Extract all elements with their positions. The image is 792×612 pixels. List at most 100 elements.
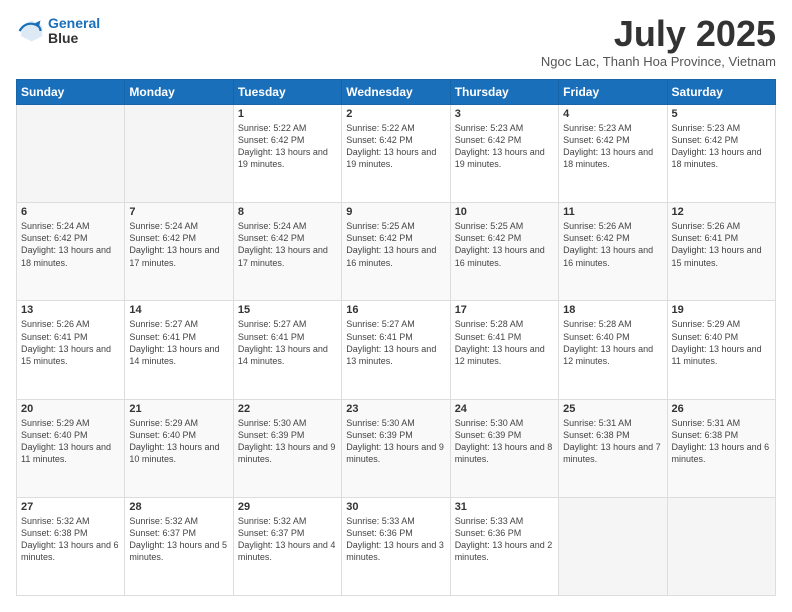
- calendar-header-row: SundayMondayTuesdayWednesdayThursdayFrid…: [17, 80, 776, 105]
- calendar-cell: 7 Sunrise: 5:24 AM Sunset: 6:42 PM Daylig…: [125, 203, 233, 301]
- cell-info: Sunrise: 5:29 AM Sunset: 6:40 PM Dayligh…: [129, 417, 228, 466]
- logo-line2: Blue: [48, 31, 100, 46]
- cell-info: Sunrise: 5:24 AM Sunset: 6:42 PM Dayligh…: [21, 220, 120, 269]
- cell-info: Sunrise: 5:26 AM Sunset: 6:41 PM Dayligh…: [21, 318, 120, 367]
- cell-info: Sunrise: 5:28 AM Sunset: 6:40 PM Dayligh…: [563, 318, 662, 367]
- day-number: 2: [346, 108, 445, 120]
- calendar-cell: 12 Sunrise: 5:26 AM Sunset: 6:41 PM Dayli…: [667, 203, 775, 301]
- day-number: 15: [238, 304, 337, 316]
- calendar-cell: 1 Sunrise: 5:22 AM Sunset: 6:42 PM Daylig…: [233, 105, 341, 203]
- day-header-monday: Monday: [125, 80, 233, 105]
- day-header-saturday: Saturday: [667, 80, 775, 105]
- cell-info: Sunrise: 5:32 AM Sunset: 6:37 PM Dayligh…: [238, 515, 337, 564]
- logo-line1: General: [48, 15, 100, 31]
- calendar-cell: 8Sunrise: 5:24 AM Sunset: 6:42 PM Daylig…: [233, 203, 341, 301]
- calendar-cell: 24 Sunrise: 5:30 AM Sunset: 6:39 PM Dayli…: [450, 399, 558, 497]
- day-number: 13: [21, 304, 120, 316]
- cell-info: Sunrise: 5:24 AM Sunset: 6:42 PM Dayligh…: [238, 220, 337, 269]
- calendar-week-row: 1 Sunrise: 5:22 AM Sunset: 6:42 PM Daylig…: [17, 105, 776, 203]
- month-year: July 2025: [541, 16, 776, 52]
- calendar-week-row: 13 Sunrise: 5:26 AM Sunset: 6:41 PM Dayli…: [17, 301, 776, 399]
- calendar-table: SundayMondayTuesdayWednesdayThursdayFrid…: [16, 79, 776, 596]
- logo-icon: [16, 17, 44, 45]
- day-number: 30: [346, 501, 445, 513]
- calendar-cell: 21 Sunrise: 5:29 AM Sunset: 6:40 PM Dayli…: [125, 399, 233, 497]
- day-number: 25: [563, 403, 662, 415]
- day-number: 26: [672, 403, 771, 415]
- calendar-cell: 16 Sunrise: 5:27 AM Sunset: 6:41 PM Dayli…: [342, 301, 450, 399]
- day-number: 1: [238, 108, 337, 120]
- day-number: 18: [563, 304, 662, 316]
- day-number: 5: [672, 108, 771, 120]
- day-number: 19: [672, 304, 771, 316]
- cell-info: Sunrise: 5:22 AM Sunset: 6:42 PM Dayligh…: [238, 122, 337, 171]
- calendar-cell: 10Sunrise: 5:25 AM Sunset: 6:42 PM Dayli…: [450, 203, 558, 301]
- calendar-cell: 3 Sunrise: 5:23 AM Sunset: 6:42 PM Daylig…: [450, 105, 558, 203]
- day-number: 27: [21, 501, 120, 513]
- calendar-cell: 29 Sunrise: 5:32 AM Sunset: 6:37 PM Dayli…: [233, 497, 341, 595]
- calendar-week-row: 6 Sunrise: 5:24 AM Sunset: 6:42 PM Daylig…: [17, 203, 776, 301]
- calendar-cell: 17 Sunrise: 5:28 AM Sunset: 6:41 PM Dayli…: [450, 301, 558, 399]
- calendar-cell: 28Sunrise: 5:32 AM Sunset: 6:37 PM Dayli…: [125, 497, 233, 595]
- cell-info: Sunrise: 5:22 AM Sunset: 6:42 PM Dayligh…: [346, 122, 445, 171]
- calendar-cell: 27Sunrise: 5:32 AM Sunset: 6:38 PM Dayli…: [17, 497, 125, 595]
- cell-info: Sunrise: 5:23 AM Sunset: 6:42 PM Dayligh…: [672, 122, 771, 171]
- day-number: 21: [129, 403, 228, 415]
- calendar-cell: [17, 105, 125, 203]
- day-number: 28: [129, 501, 228, 513]
- cell-info: Sunrise: 5:25 AM Sunset: 6:42 PM Dayligh…: [346, 220, 445, 269]
- day-number: 16: [346, 304, 445, 316]
- cell-info: Sunrise: 5:24 AM Sunset: 6:42 PM Dayligh…: [129, 220, 228, 269]
- calendar-cell: 4 Sunrise: 5:23 AM Sunset: 6:42 PM Daylig…: [559, 105, 667, 203]
- cell-info: Sunrise: 5:33 AM Sunset: 6:36 PM Dayligh…: [455, 515, 554, 564]
- logo-text: General Blue: [48, 16, 100, 47]
- cell-info: Sunrise: 5:25 AM Sunset: 6:42 PM Dayligh…: [455, 220, 554, 269]
- cell-info: Sunrise: 5:31 AM Sunset: 6:38 PM Dayligh…: [672, 417, 771, 466]
- day-number: 6: [21, 206, 120, 218]
- day-header-tuesday: Tuesday: [233, 80, 341, 105]
- day-number: 23: [346, 403, 445, 415]
- day-number: 4: [563, 108, 662, 120]
- calendar-cell: 14Sunrise: 5:27 AM Sunset: 6:41 PM Dayli…: [125, 301, 233, 399]
- day-number: 29: [238, 501, 337, 513]
- cell-info: Sunrise: 5:30 AM Sunset: 6:39 PM Dayligh…: [455, 417, 554, 466]
- cell-info: Sunrise: 5:27 AM Sunset: 6:41 PM Dayligh…: [346, 318, 445, 367]
- cell-info: Sunrise: 5:29 AM Sunset: 6:40 PM Dayligh…: [21, 417, 120, 466]
- day-number: 17: [455, 304, 554, 316]
- cell-info: Sunrise: 5:29 AM Sunset: 6:40 PM Dayligh…: [672, 318, 771, 367]
- day-number: 7: [129, 206, 228, 218]
- day-number: 11: [563, 206, 662, 218]
- cell-info: Sunrise: 5:31 AM Sunset: 6:38 PM Dayligh…: [563, 417, 662, 466]
- calendar-week-row: 27Sunrise: 5:32 AM Sunset: 6:38 PM Dayli…: [17, 497, 776, 595]
- location: Ngoc Lac, Thanh Hoa Province, Vietnam: [541, 54, 776, 69]
- cell-info: Sunrise: 5:30 AM Sunset: 6:39 PM Dayligh…: [238, 417, 337, 466]
- calendar-cell: [559, 497, 667, 595]
- calendar-cell: 13 Sunrise: 5:26 AM Sunset: 6:41 PM Dayli…: [17, 301, 125, 399]
- cell-info: Sunrise: 5:28 AM Sunset: 6:41 PM Dayligh…: [455, 318, 554, 367]
- day-number: 3: [455, 108, 554, 120]
- calendar-cell: 25 Sunrise: 5:31 AM Sunset: 6:38 PM Dayli…: [559, 399, 667, 497]
- cell-info: Sunrise: 5:23 AM Sunset: 6:42 PM Dayligh…: [455, 122, 554, 171]
- calendar-cell: 6 Sunrise: 5:24 AM Sunset: 6:42 PM Daylig…: [17, 203, 125, 301]
- calendar-cell: 2 Sunrise: 5:22 AM Sunset: 6:42 PM Daylig…: [342, 105, 450, 203]
- cell-info: Sunrise: 5:23 AM Sunset: 6:42 PM Dayligh…: [563, 122, 662, 171]
- calendar-cell: 11Sunrise: 5:26 AM Sunset: 6:42 PM Dayli…: [559, 203, 667, 301]
- calendar-cell: 22 Sunrise: 5:30 AM Sunset: 6:39 PM Dayli…: [233, 399, 341, 497]
- logo: General Blue: [16, 16, 100, 47]
- header: General Blue July 2025 Ngoc Lac, Thanh H…: [16, 16, 776, 69]
- calendar-week-row: 20Sunrise: 5:29 AM Sunset: 6:40 PM Dayli…: [17, 399, 776, 497]
- calendar-cell: 26 Sunrise: 5:31 AM Sunset: 6:38 PM Dayli…: [667, 399, 775, 497]
- day-number: 24: [455, 403, 554, 415]
- day-number: 12: [672, 206, 771, 218]
- calendar-cell: [125, 105, 233, 203]
- calendar-cell: 20Sunrise: 5:29 AM Sunset: 6:40 PM Dayli…: [17, 399, 125, 497]
- day-header-thursday: Thursday: [450, 80, 558, 105]
- calendar-cell: 18 Sunrise: 5:28 AM Sunset: 6:40 PM Dayli…: [559, 301, 667, 399]
- title-section: July 2025 Ngoc Lac, Thanh Hoa Province, …: [541, 16, 776, 69]
- cell-info: Sunrise: 5:27 AM Sunset: 6:41 PM Dayligh…: [238, 318, 337, 367]
- calendar-cell: 31Sunrise: 5:33 AM Sunset: 6:36 PM Dayli…: [450, 497, 558, 595]
- calendar-cell: 30Sunrise: 5:33 AM Sunset: 6:36 PM Dayli…: [342, 497, 450, 595]
- calendar-cell: 15 Sunrise: 5:27 AM Sunset: 6:41 PM Dayli…: [233, 301, 341, 399]
- day-number: 22: [238, 403, 337, 415]
- cell-info: Sunrise: 5:26 AM Sunset: 6:41 PM Dayligh…: [672, 220, 771, 269]
